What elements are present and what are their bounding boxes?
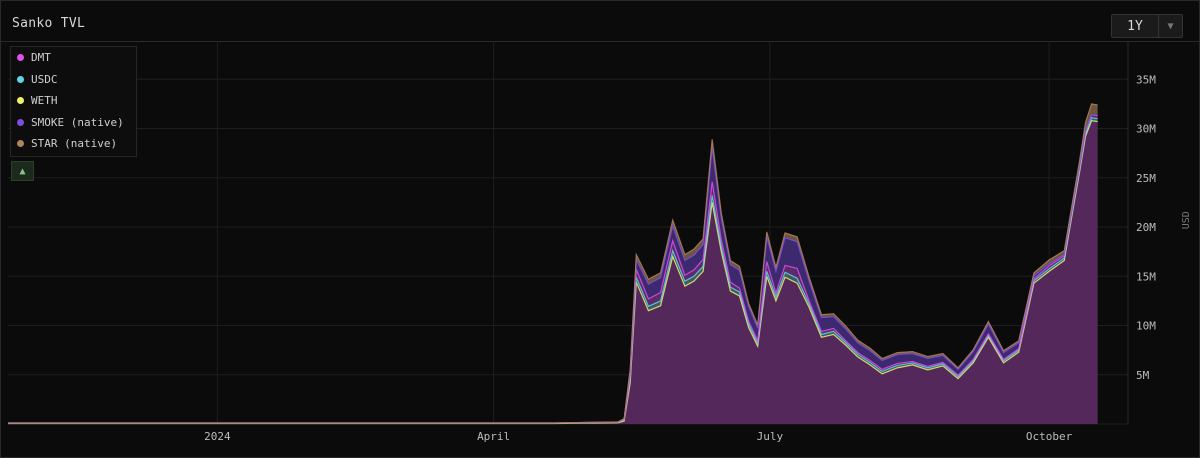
legend-label: WETH — [31, 94, 58, 108]
time-range-select[interactable]: 1Y ▼ — [1111, 14, 1183, 38]
chart-header: Sanko TVL 1Y ▼ — [1, 1, 1199, 42]
legend-dot-weth — [17, 97, 24, 105]
legend-item-dmt[interactable]: DMT — [11, 47, 136, 69]
time-range-value[interactable]: 1Y — [1112, 19, 1158, 34]
x-tick-label: July — [757, 430, 784, 443]
legend-collapse-button[interactable]: ▲ — [11, 161, 34, 181]
y-tick-label: 5M — [1136, 369, 1150, 382]
chart-legend: DMT USDC WETH SMOKE (native) STAR (nativ… — [10, 46, 137, 157]
y-tick-label: 25M — [1136, 172, 1156, 185]
legend-item-weth[interactable]: WETH — [11, 90, 136, 112]
y-tick-label: 20M — [1136, 221, 1156, 234]
x-tick-label: October — [1026, 430, 1073, 443]
legend-item-star[interactable]: STAR (native) — [11, 133, 136, 155]
legend-dot-usdc — [17, 75, 24, 83]
legend-label: SMOKE (native) — [31, 115, 124, 129]
legend-dot-smoke — [17, 118, 24, 126]
y-tick-label: 15M — [1136, 270, 1156, 283]
chevron-down-icon[interactable]: ▼ — [1158, 15, 1182, 37]
y-tick-label: 30M — [1136, 123, 1156, 136]
y-tick-label: 10M — [1136, 320, 1156, 333]
tvl-area-chart: 5M 10M 15M 20M 25M 30M 35M USD 2024 April July Octo… — [8, 41, 1192, 443]
x-tick-label: 2024 — [204, 430, 231, 443]
legend-item-usdc[interactable]: USDC — [11, 69, 136, 91]
y-tick-label: 35M — [1136, 73, 1156, 86]
legend-label: USDC — [31, 72, 58, 86]
legend-dot-star — [17, 140, 24, 148]
legend-label: DMT — [31, 51, 51, 65]
area-weth — [8, 120, 1098, 424]
legend-label: STAR (native) — [31, 137, 118, 151]
chevron-up-icon[interactable]: ▲ — [19, 166, 25, 177]
legend-dot-dmt — [17, 54, 24, 62]
chart-title: Sanko TVL — [12, 16, 86, 31]
legend-item-smoke[interactable]: SMOKE (native) — [11, 112, 136, 134]
x-tick-label: April — [477, 430, 510, 443]
y-axis-label: USD — [1181, 211, 1192, 229]
